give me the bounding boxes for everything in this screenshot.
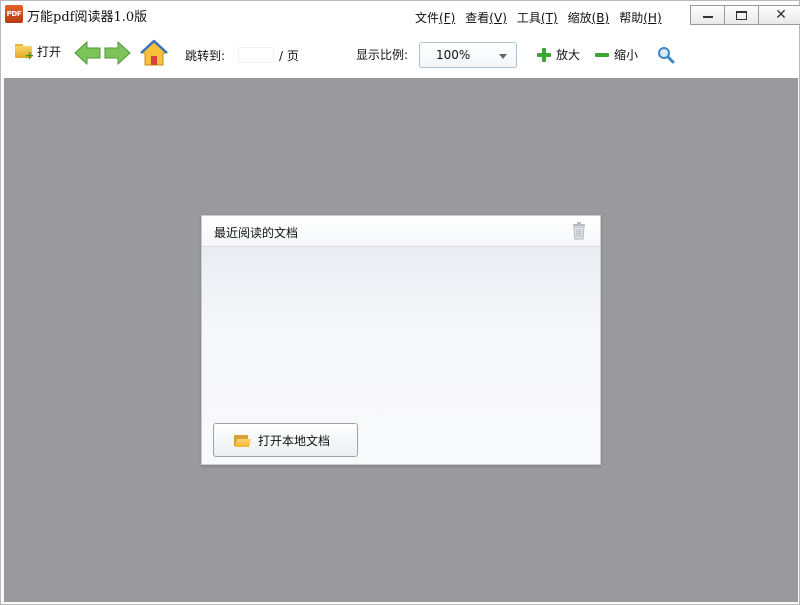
goto-label: 跳转到: — [185, 47, 225, 64]
zoom-label: 显示比例: — [356, 46, 408, 63]
zoom-in-label: 放大 — [556, 46, 580, 63]
folder-plus-icon: + — [15, 44, 33, 59]
zoom-select[interactable]: 100% — [419, 42, 517, 68]
menu-view[interactable]: 查看(V) — [465, 9, 507, 27]
minus-icon — [595, 53, 609, 57]
open-button[interactable]: + 打开 — [15, 43, 61, 60]
zoom-out-label: 缩小 — [614, 46, 638, 63]
title-bar: PDF 万能pdf阅读器1.0版 文件(F) 查看(V) 工具(T) 缩放(B)… — [1, 1, 799, 31]
home-icon — [141, 41, 167, 65]
minimize-button[interactable] — [690, 5, 725, 25]
zoom-out-button[interactable]: 缩小 — [595, 46, 638, 63]
forward-button[interactable] — [103, 40, 131, 66]
open-folder-icon — [234, 434, 250, 447]
maximize-button[interactable] — [724, 5, 759, 25]
zoom-value: 100% — [436, 48, 470, 62]
open-button-label: 打开 — [37, 43, 61, 60]
chevron-down-icon — [499, 54, 507, 59]
recent-panel-title: 最近阅读的文档 — [214, 224, 298, 241]
nav-arrows — [74, 40, 131, 66]
window-title: 万能pdf阅读器1.0版 — [27, 6, 147, 25]
window-controls: ✕ — [691, 5, 800, 27]
magnifier-icon — [659, 48, 673, 62]
close-icon: ✕ — [775, 8, 787, 22]
menu-bar: 文件(F) 查看(V) 工具(T) 缩放(B) 帮助(H) — [415, 9, 662, 27]
recent-panel-header: 最近阅读的文档 — [202, 216, 600, 247]
menu-help[interactable]: 帮助(H) — [619, 9, 661, 27]
app-logo-icon: PDF — [5, 5, 23, 23]
maximize-icon — [736, 11, 747, 20]
recent-documents-panel: 最近阅读的文档 打开本地文档 — [201, 215, 601, 465]
app-window: PDF 万能pdf阅读器1.0版 文件(F) 查看(V) 工具(T) 缩放(B)… — [0, 0, 800, 605]
arrow-left-icon — [75, 42, 100, 64]
close-button[interactable]: ✕ — [758, 5, 800, 25]
minimize-icon — [703, 16, 713, 18]
open-local-label: 打开本地文档 — [258, 432, 330, 449]
page-number-input[interactable] — [237, 46, 275, 64]
menu-tools[interactable]: 工具(T) — [517, 9, 558, 27]
plus-icon — [537, 48, 551, 62]
zoom-in-button[interactable]: 放大 — [537, 46, 580, 63]
arrow-right-icon — [105, 42, 130, 64]
page-suffix: / 页 — [279, 47, 299, 64]
page-goto: 跳转到: / 页 — [185, 46, 299, 64]
back-button[interactable] — [74, 40, 102, 66]
home-button[interactable] — [140, 39, 168, 67]
search-button[interactable] — [657, 46, 675, 64]
open-local-document-button[interactable]: 打开本地文档 — [213, 423, 358, 457]
menu-file[interactable]: 文件(F) — [415, 9, 455, 27]
menu-zoom[interactable]: 缩放(B) — [568, 9, 610, 27]
trash-icon[interactable] — [572, 222, 586, 240]
toolbar: + 打开 跳转到: / 页 显示比例: 100% — [1, 31, 799, 78]
